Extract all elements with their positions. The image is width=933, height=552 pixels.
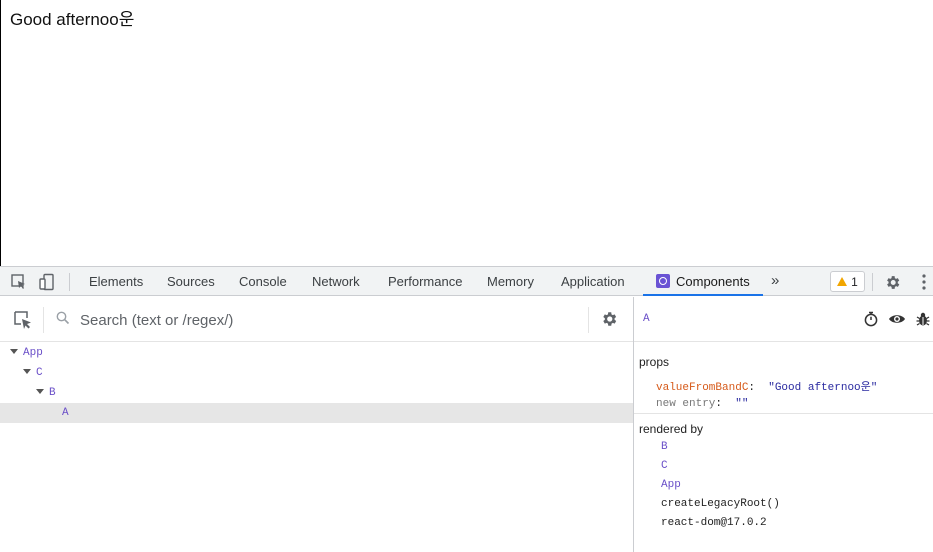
search-divider [588, 307, 589, 333]
collapse-caret-icon[interactable] [23, 369, 31, 374]
rendered-by-item[interactable]: C [661, 460, 668, 472]
kebab-menu-icon[interactable] [913, 271, 933, 293]
props-title: props [639, 355, 670, 369]
prop-row[interactable]: valueFromBandC: "Good afternoo운" [656, 378, 877, 394]
inspect-element-icon[interactable] [8, 271, 30, 293]
page-viewport: Good afternoo운 [0, 0, 933, 266]
tab-network[interactable]: Network [312, 267, 360, 296]
bug-icon[interactable] [916, 311, 930, 332]
inspected-element-header: A [634, 297, 933, 342]
props-section: props valueFromBandC: "Good afternoo운" n… [634, 342, 933, 413]
tree-node-label: App [23, 347, 43, 359]
search-divider [43, 307, 44, 333]
component-tree-panel: App C B A [0, 297, 634, 552]
stopwatch-icon[interactable] [863, 311, 879, 332]
component-tree: App C B A [0, 343, 633, 423]
greeting-text: Good afternoo운 [10, 10, 135, 29]
tree-node-c[interactable]: C [0, 363, 633, 383]
rendered-by-item[interactable]: App [661, 479, 681, 491]
new-entry-row[interactable]: new entry: "" [656, 398, 748, 410]
tab-components[interactable]: Components [643, 267, 763, 296]
tabbar-divider [69, 273, 70, 291]
prop-value[interactable]: "Good afternoo운" [768, 382, 877, 394]
react-components-icon [656, 274, 670, 288]
tabbar-divider [872, 273, 873, 291]
collapse-caret-icon[interactable] [10, 349, 18, 354]
tree-node-app[interactable]: App [0, 343, 633, 363]
rendered-by-section: rendered by B C App createLegacyRoot() r… [634, 414, 933, 552]
rendered-by-title: rendered by [639, 422, 704, 436]
tab-performance[interactable]: Performance [388, 267, 462, 296]
tab-sources[interactable]: Sources [167, 267, 215, 296]
more-tabs-button[interactable]: » [771, 267, 779, 296]
devtools-panel: Elements Sources Console Network Perform… [0, 266, 933, 552]
tree-node-label: B [49, 387, 56, 399]
tree-node-label: C [36, 367, 43, 379]
tab-components-label: Components [676, 274, 750, 289]
components-settings-icon[interactable] [600, 310, 618, 333]
selected-component-name: A [643, 313, 650, 325]
collapse-caret-icon[interactable] [36, 389, 44, 394]
rendered-by-item[interactable]: B [661, 441, 668, 453]
eye-icon[interactable] [888, 311, 906, 332]
tab-console[interactable]: Console [239, 267, 287, 296]
warnings-badge[interactable]: 1 [830, 271, 865, 292]
settings-gear-icon[interactable] [881, 271, 903, 293]
tab-elements[interactable]: Elements [89, 267, 143, 296]
select-element-icon[interactable] [13, 310, 33, 335]
rendered-by-item: createLegacyRoot() [661, 498, 780, 510]
inspected-element-panel: A props valueFromBandC: "Good afternoo운"… [634, 297, 933, 552]
devtools-tabbar: Elements Sources Console Network Perform… [0, 266, 933, 296]
new-entry-key[interactable]: new entry [656, 398, 715, 410]
tree-node-label: A [62, 407, 69, 419]
rendered-by-item: react-dom@17.0.2 [661, 517, 767, 529]
tab-application[interactable]: Application [561, 267, 625, 296]
tree-node-a[interactable]: A [0, 403, 633, 423]
tab-memory[interactable]: Memory [487, 267, 534, 296]
warning-icon [837, 277, 848, 286]
component-search-input[interactable] [80, 309, 570, 331]
new-entry-value[interactable]: "" [735, 398, 748, 410]
component-search-bar [0, 297, 633, 342]
tree-node-b[interactable]: B [0, 383, 633, 403]
warning-count: 1 [851, 274, 858, 289]
prop-key: valueFromBandC [656, 382, 749, 394]
search-icon [56, 311, 70, 330]
device-toolbar-icon[interactable] [36, 271, 58, 293]
